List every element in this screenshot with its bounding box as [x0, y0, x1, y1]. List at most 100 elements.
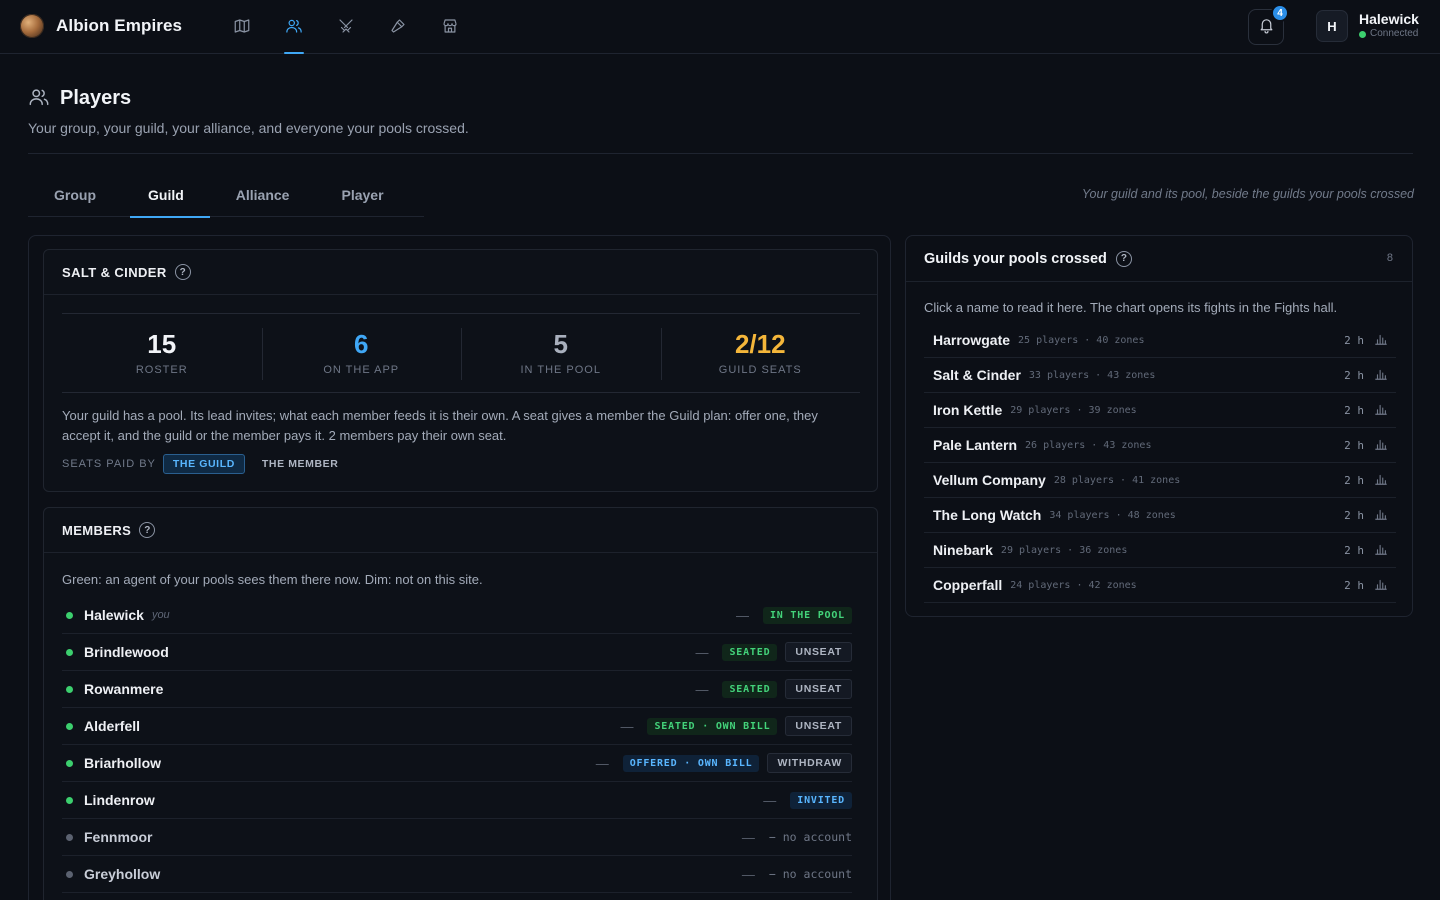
header-divider	[28, 153, 1413, 154]
bar-chart-icon[interactable]	[1374, 402, 1388, 419]
presence-dot	[66, 722, 73, 730]
unseat-button[interactable]: UNSEAT	[785, 716, 852, 736]
members-card: MEMBERS ? Green: an agent of your pools …	[43, 507, 878, 900]
hammer-icon	[389, 17, 407, 38]
guild-name-link[interactable]: Harrowgate	[933, 332, 1010, 348]
tab-group[interactable]: Group	[28, 172, 122, 217]
guild-stats: 15 ROSTER 6 ON THE APP 5 IN THE POOL 2/1…	[62, 313, 860, 393]
guild-name-link[interactable]: Copperfall	[933, 577, 1002, 593]
list-item[interactable]: Lindenrow — INVITED	[62, 782, 852, 819]
guild-meta: 24 players · 42 zones	[1010, 579, 1137, 591]
list-item[interactable]: Greyhollow — − no account	[62, 856, 852, 893]
guild-meta: 26 players · 43 zones	[1025, 439, 1152, 451]
help-icon[interactable]: ?	[1115, 250, 1132, 267]
bar-chart-icon[interactable]	[1374, 472, 1388, 489]
you-label: you	[151, 609, 170, 621]
member-name: Lindenrow	[84, 792, 155, 808]
status-badge: OFFERED · OWN BILL	[622, 754, 760, 772]
unseat-button[interactable]: UNSEAT	[785, 642, 852, 662]
brand[interactable]: Albion Empires	[20, 14, 182, 38]
nav-crafting[interactable]	[372, 0, 424, 54]
presence-dot	[66, 685, 73, 693]
tab-guild[interactable]: Guild	[122, 172, 210, 218]
crossed-guilds-list: Harrowgate 25 players · 40 zones 2 h Sal…	[924, 323, 1396, 603]
stat-value: 5	[553, 329, 568, 359]
guild-name-link[interactable]: The Long Watch	[933, 507, 1041, 523]
notifications-button[interactable]: 4	[1248, 4, 1289, 45]
member-list: Halewick you — IN THE POOL Brindlewood —…	[62, 597, 852, 893]
notification-count-badge: 4	[1271, 4, 1289, 22]
brand-logo	[20, 14, 44, 38]
crossed-guilds-note: Click a name to read it here. The chart …	[924, 300, 1338, 315]
bar-chart-icon[interactable]	[1374, 542, 1388, 559]
placeholder-dash: —	[741, 829, 755, 845]
last-seen: 2 h	[1344, 578, 1364, 592]
top-bar: Albion Empires 4 H Halewick Connected	[0, 0, 1440, 54]
bar-chart-icon[interactable]	[1374, 437, 1388, 454]
nav-market[interactable]	[424, 0, 476, 54]
tab-player[interactable]: Player	[315, 172, 409, 217]
bar-chart-icon[interactable]	[1374, 577, 1388, 594]
list-item[interactable]: Rowanmere — SEATED UNSEAT	[62, 671, 852, 708]
list-item: Pale Lantern 26 players · 43 zones 2 h	[924, 428, 1396, 463]
page-header: Players Your group, your guild, your all…	[28, 86, 469, 136]
guild-name-link[interactable]: Salt & Cinder	[933, 367, 1021, 383]
stat-label: ROSTER	[135, 364, 188, 376]
list-item[interactable]: Briarhollow — OFFERED · OWN BILL WITHDRA…	[62, 745, 852, 782]
member-name: Halewick	[84, 607, 144, 623]
guild-panel: SALT & CINDER ? 15 ROSTER 6 ON THE APP 5…	[28, 235, 891, 900]
list-item[interactable]: Fennmoor — − no account	[62, 819, 852, 856]
seats-paid-by-label: SEATS PAID BY	[62, 458, 156, 470]
presence-dot	[66, 870, 73, 878]
user-menu[interactable]: H Halewick Connected	[1316, 10, 1419, 42]
member-name: Alderfell	[84, 718, 141, 734]
avatar: H	[1316, 10, 1348, 42]
presence-dot	[66, 796, 73, 804]
guild-name-link[interactable]: Vellum Company	[933, 472, 1046, 488]
connection-status: Connected	[1359, 27, 1419, 41]
status-badge: SEATED	[722, 680, 778, 698]
withdraw-button[interactable]: WITHDRAW	[767, 753, 852, 773]
nav-fights[interactable]	[320, 0, 372, 54]
guild-name-link[interactable]: Pale Lantern	[933, 437, 1017, 453]
nav-map[interactable]	[216, 0, 268, 54]
seats-option-member[interactable]: THE MEMBER	[252, 454, 349, 474]
user-name: Halewick	[1359, 11, 1419, 27]
tab-alliance[interactable]: Alliance	[210, 172, 316, 217]
placeholder-dash: —	[695, 681, 709, 697]
bar-chart-icon[interactable]	[1374, 507, 1388, 524]
list-item[interactable]: Halewick you — IN THE POOL	[62, 597, 852, 634]
guild-name-link[interactable]: Iron Kettle	[933, 402, 1002, 418]
main-nav	[216, 0, 476, 54]
last-seen: 2 h	[1344, 438, 1364, 452]
nav-players[interactable]	[268, 0, 320, 54]
guild-name-link[interactable]: Ninebark	[933, 542, 993, 558]
list-item: Harrowgate 25 players · 40 zones 2 h	[924, 323, 1396, 358]
seats-option-guild[interactable]: THE GUILD	[162, 454, 245, 474]
bar-chart-icon[interactable]	[1374, 332, 1388, 349]
page-subtitle: Your group, your guild, your alliance, a…	[28, 120, 469, 136]
presence-dot	[66, 759, 73, 767]
guild-card: SALT & CINDER ? 15 ROSTER 6 ON THE APP 5…	[43, 249, 878, 492]
list-item: Salt & Cinder 33 players · 43 zones 2 h	[924, 358, 1396, 393]
member-name: Brindlewood	[84, 644, 169, 660]
help-icon[interactable]: ?	[139, 522, 156, 538]
stat-roster: 15 ROSTER	[62, 314, 262, 392]
unseat-button[interactable]: UNSEAT	[785, 679, 852, 699]
last-seen: 2 h	[1344, 473, 1364, 487]
guild-meta: 33 players · 43 zones	[1028, 369, 1156, 381]
bar-chart-icon[interactable]	[1374, 367, 1388, 384]
list-item: Vellum Company 28 players · 41 zones 2 h	[924, 463, 1396, 498]
status-badge: SEATED	[722, 643, 778, 661]
stat-value: 2/12	[734, 329, 786, 359]
list-item: Copperfall 24 players · 42 zones 2 h	[924, 568, 1396, 603]
placeholder-dash: —	[620, 718, 634, 734]
list-item[interactable]: Alderfell — SEATED · OWN BILL UNSEAT	[62, 708, 852, 745]
guild-meta: 28 players · 41 zones	[1053, 474, 1181, 486]
help-icon[interactable]: ?	[174, 264, 191, 280]
stat-value: 15	[147, 329, 177, 359]
stat-label: GUILD SEATS	[718, 364, 802, 376]
placeholder-dash: —	[741, 866, 755, 882]
last-seen: 2 h	[1344, 368, 1364, 382]
list-item[interactable]: Brindlewood — SEATED UNSEAT	[62, 634, 852, 671]
